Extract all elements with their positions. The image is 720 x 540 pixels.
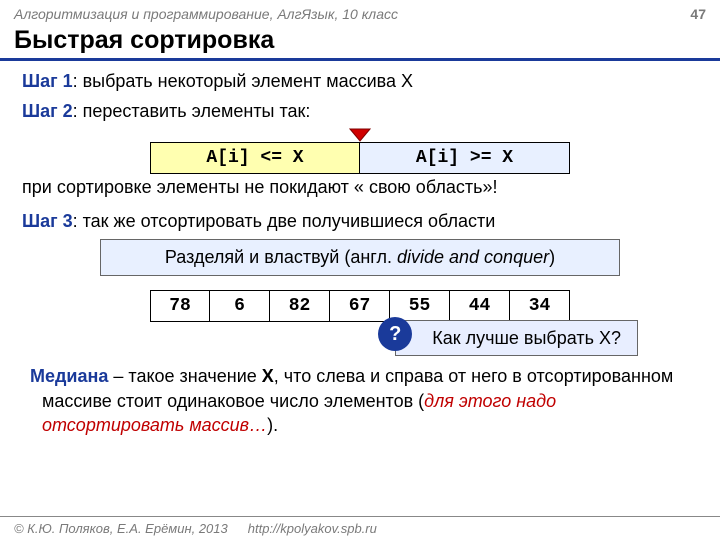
- array-cell: 44: [450, 290, 510, 322]
- step-1-label: Шаг 1: [22, 71, 73, 91]
- question-text: Как лучше выбрать X?: [432, 328, 621, 348]
- question-wrap: ? Как лучше выбрать X?: [22, 320, 698, 356]
- partition-left: A[i] <= X: [150, 142, 360, 174]
- step-1-text: : выбрать некоторый элемент массива X: [73, 71, 413, 91]
- content-area: Шаг 1: выбрать некоторый элемент массива…: [0, 61, 720, 437]
- step-2-note: при сортировке элементы не покидают « св…: [22, 175, 698, 199]
- median-t3: ).: [267, 415, 278, 435]
- divide-prefix: Разделяй и властвуй (англ.: [165, 247, 397, 267]
- pivot-pointer: [22, 128, 698, 142]
- step-1: Шаг 1: выбрать некоторый элемент массива…: [22, 69, 698, 93]
- divide-suffix: ): [549, 247, 555, 267]
- slide-header: Алгоритмизация и программирование, АлгЯз…: [0, 0, 720, 24]
- step-2-text: : переставить элементы так:: [73, 101, 311, 121]
- divide-conquer-box: Разделяй и властвуй (англ. divide and co…: [100, 239, 620, 275]
- step-2: Шаг 2: переставить элементы так:: [22, 99, 698, 123]
- step-2-label: Шаг 2: [22, 101, 73, 121]
- footer-url: http://kpolyakov.spb.ru: [248, 521, 377, 536]
- median-definition: Медиана – такое значение X, что слева и …: [22, 364, 698, 437]
- array-cell: 78: [150, 290, 210, 322]
- step-3-text: : так же отсортировать две получившиеся …: [73, 211, 496, 231]
- question-mark-icon: ?: [378, 317, 412, 351]
- copyright: © К.Ю. Поляков, Е.А. Ерёмин, 2013: [14, 521, 228, 536]
- divide-em: divide and conquer: [397, 247, 549, 267]
- step-3: Шаг 3: так же отсортировать две получивш…: [22, 209, 698, 233]
- array-cell: 6: [210, 290, 270, 322]
- page-title: Быстрая сортировка: [0, 24, 720, 61]
- step-3-label: Шаг 3: [22, 211, 73, 231]
- question-box: ? Как лучше выбрать X?: [395, 320, 638, 356]
- array-cell: 67: [330, 290, 390, 322]
- course-label: Алгоритмизация и программирование, АлгЯз…: [14, 6, 398, 22]
- triangle-down-icon: [349, 128, 371, 142]
- array-row: 78 6 82 67 55 44 34: [22, 290, 698, 322]
- partition-row: A[i] <= X A[i] >= X: [22, 142, 698, 174]
- array-cell: 34: [510, 290, 570, 322]
- median-label: Медиана: [30, 366, 108, 386]
- partition-right: A[i] >= X: [360, 142, 570, 174]
- median-x: X: [262, 366, 274, 386]
- array-cell: 82: [270, 290, 330, 322]
- page-number: 47: [690, 6, 706, 22]
- slide-footer: © К.Ю. Поляков, Е.А. Ерёмин, 2013 http:/…: [0, 516, 720, 540]
- median-t1: – такое значение: [108, 366, 261, 386]
